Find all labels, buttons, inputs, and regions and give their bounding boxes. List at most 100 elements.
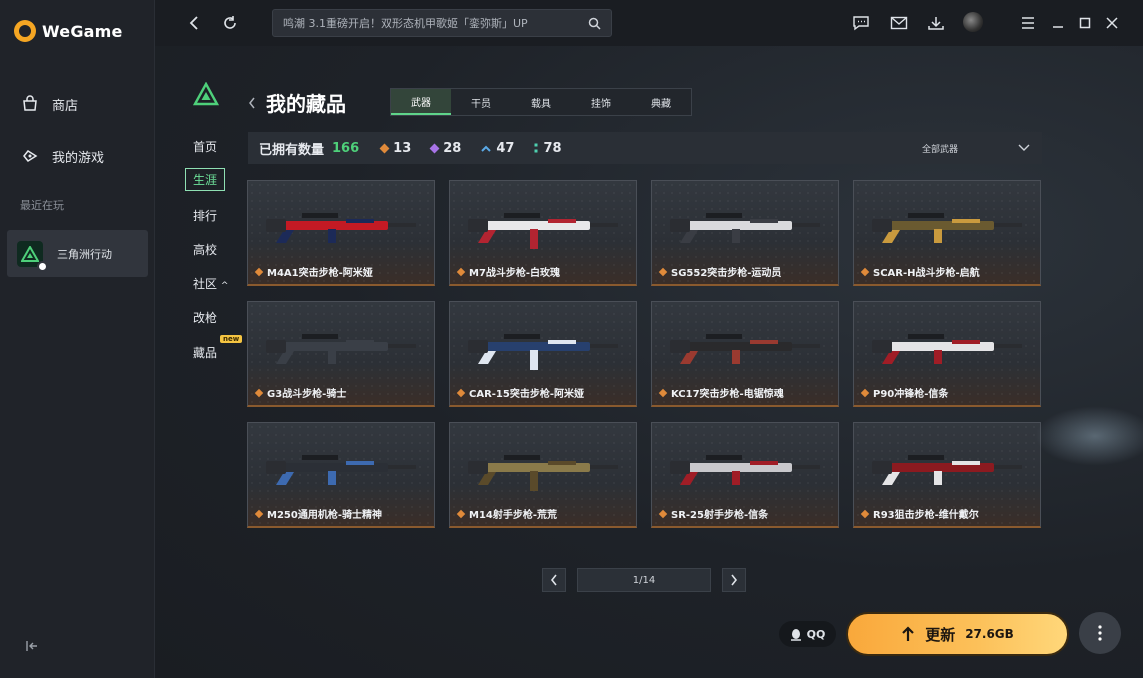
weapon-card[interactable]: G3战斗步枪-骑士 xyxy=(247,301,435,407)
minimize-button[interactable] xyxy=(1047,12,1069,34)
subnav-community-label: 社区 xyxy=(193,277,218,291)
qq-button[interactable]: QQ xyxy=(779,621,836,647)
weapon-card-title: M7战斗步枪-白玫瑰 xyxy=(456,264,560,279)
main-content: 首页 生涯 排行 高校 社区 ^ 改枪 藏品 new 我的藏品 武器 干员 载具… xyxy=(155,46,1143,678)
subnav-career[interactable]: 生涯 xyxy=(185,168,226,191)
weapon-image xyxy=(266,455,416,485)
download-button[interactable] xyxy=(925,12,947,34)
update-size: 27.6GB xyxy=(965,627,1014,641)
subnav-home[interactable]: 首页 xyxy=(193,138,217,155)
update-button[interactable]: 更新 27.6GB xyxy=(846,612,1069,656)
weapon-card[interactable]: SCAR-H战斗步枪-启航 xyxy=(853,180,1041,286)
weapon-card-title: G3战斗步枪-骑士 xyxy=(254,385,347,400)
weapon-card-title: R93狙击步枪-维什戴尔 xyxy=(860,506,979,521)
weapon-name: KC17突击步枪-电锯惊魂 xyxy=(671,389,784,400)
download-icon xyxy=(928,17,944,30)
rarity-dots-icon xyxy=(534,143,538,153)
wegame-logo[interactable]: WeGame xyxy=(14,20,123,42)
weapon-name: G3战斗步枪-骑士 xyxy=(267,389,347,400)
menu-button[interactable] xyxy=(1017,12,1039,34)
weapon-name: M250通用机枪-骑士精神 xyxy=(267,510,382,521)
subnav-collection[interactable]: 藏品 xyxy=(193,344,217,361)
search-bar[interactable] xyxy=(272,9,612,37)
weapon-image xyxy=(872,334,1022,364)
recent-game-name: 三角洲行动 xyxy=(57,247,112,261)
refresh-button[interactable] xyxy=(219,12,241,34)
close-icon xyxy=(1106,17,1118,29)
rarity-count-orange: 13 xyxy=(379,141,411,156)
chat-button[interactable] xyxy=(850,12,872,34)
weapon-card-title: M250通用机枪-骑士精神 xyxy=(254,506,382,521)
weapon-card-title: M14射手步枪-荒荒 xyxy=(456,506,557,521)
weapon-card[interactable]: M4A1突击步枪-阿米娅 xyxy=(247,180,435,286)
weapon-name: M4A1突击步枪-阿米娅 xyxy=(267,268,373,279)
mail-button[interactable] xyxy=(888,12,910,34)
tab-operators[interactable]: 干员 xyxy=(451,89,511,115)
back-chevron-icon[interactable] xyxy=(248,96,260,110)
chevron-left-icon xyxy=(189,16,198,30)
sidebar-item-store[interactable]: 商店 xyxy=(20,94,78,114)
owned-count-label: 已拥有数量 xyxy=(259,142,325,158)
weapon-card[interactable]: M7战斗步枪-白玫瑰 xyxy=(449,180,637,286)
rarity-diamond-icon xyxy=(379,143,390,153)
subnav-ranking[interactable]: 排行 xyxy=(193,207,217,224)
close-button[interactable] xyxy=(1101,12,1123,34)
weapon-card[interactable]: M250通用机枪-骑士精神 xyxy=(247,422,435,528)
rarity-diamond-icon xyxy=(658,267,668,276)
chevron-right-icon xyxy=(731,574,738,586)
pagination: 1/14 xyxy=(542,568,746,592)
filter-label: 全部武器 xyxy=(921,144,958,155)
more-options-button[interactable] xyxy=(1079,612,1121,654)
weapon-card[interactable]: KC17突击步枪-电锯惊魂 xyxy=(651,301,839,407)
subnav-college[interactable]: 高校 xyxy=(193,241,217,258)
prev-page-button[interactable] xyxy=(542,568,566,592)
tab-charms[interactable]: 挂饰 xyxy=(571,89,631,115)
tab-treasures[interactable]: 典藏 xyxy=(631,89,691,115)
collapse-icon xyxy=(26,641,37,651)
weapon-card[interactable]: P90冲锋枪-信条 xyxy=(853,301,1041,407)
weapon-name: R93狙击步枪-维什戴尔 xyxy=(873,510,979,521)
rarity-diamond-icon xyxy=(860,267,870,276)
weapon-grid: M4A1突击步枪-阿米娅 M7战斗步枪-白玫瑰 SG552突击步枪-运动员 SCAR-… xyxy=(247,180,1043,528)
avatar[interactable] xyxy=(963,12,983,32)
weapon-card[interactable]: CAR-15突击步枪-阿米娅 xyxy=(449,301,637,407)
weapon-name: SCAR-H战斗步枪-启航 xyxy=(873,268,980,279)
subnav-community[interactable]: 社区 ^ xyxy=(193,275,228,292)
left-sidebar: WeGame 商店 我的游戏 最近在玩 三角洲行动 xyxy=(0,0,155,678)
weapon-name: CAR-15突击步枪-阿米娅 xyxy=(469,389,584,400)
weapon-card[interactable]: SG552突击步枪-运动员 xyxy=(651,180,839,286)
search-icon[interactable] xyxy=(588,17,601,30)
rarity-count-purple: 28 xyxy=(429,141,461,156)
delta-force-icon xyxy=(17,240,48,272)
game-logo-icon[interactable] xyxy=(192,81,220,108)
chevron-up-icon: ^ xyxy=(220,281,229,291)
back-button[interactable] xyxy=(183,12,205,34)
weapon-card[interactable]: SR-25射手步枪-信条 xyxy=(651,422,839,528)
weapon-card[interactable]: M14射手步枪-荒荒 xyxy=(449,422,637,528)
weapon-card-title: SR-25射手步枪-信条 xyxy=(658,506,768,521)
weapon-filter-dropdown[interactable]: 全部武器 xyxy=(922,132,1030,164)
rarity-diamond-icon xyxy=(658,509,668,518)
recent-game-item[interactable]: 三角洲行动 xyxy=(7,230,148,277)
tab-weapons[interactable]: 武器 xyxy=(391,89,451,115)
rarity-diamond-icon xyxy=(658,388,668,397)
rarity-count-value: 47 xyxy=(496,140,515,156)
sidebar-item-label: 商店 xyxy=(52,98,79,114)
rarity-diamond-icon xyxy=(456,388,466,397)
subnav-gunsmith[interactable]: 改枪 xyxy=(193,309,217,326)
weapon-image xyxy=(468,455,618,491)
collection-tabs: 武器 干员 载具 挂饰 典藏 xyxy=(390,88,692,116)
next-page-button[interactable] xyxy=(722,568,746,592)
weapon-card-title: P90冲锋枪-信条 xyxy=(860,385,948,400)
search-input[interactable] xyxy=(283,16,588,30)
more-vertical-icon xyxy=(1098,625,1102,641)
weapon-card[interactable]: R93狙击步枪-维什戴尔 xyxy=(853,422,1041,528)
weapon-image xyxy=(266,334,416,364)
page-indicator: 1/14 xyxy=(577,568,711,592)
tab-vehicles[interactable]: 载具 xyxy=(511,89,571,115)
collapse-sidebar-button[interactable] xyxy=(24,638,40,654)
qq-penguin-icon xyxy=(790,628,801,641)
maximize-button[interactable] xyxy=(1074,12,1096,34)
wegame-logo-icon xyxy=(14,20,36,42)
sidebar-item-my-games[interactable]: 我的游戏 xyxy=(20,146,104,166)
